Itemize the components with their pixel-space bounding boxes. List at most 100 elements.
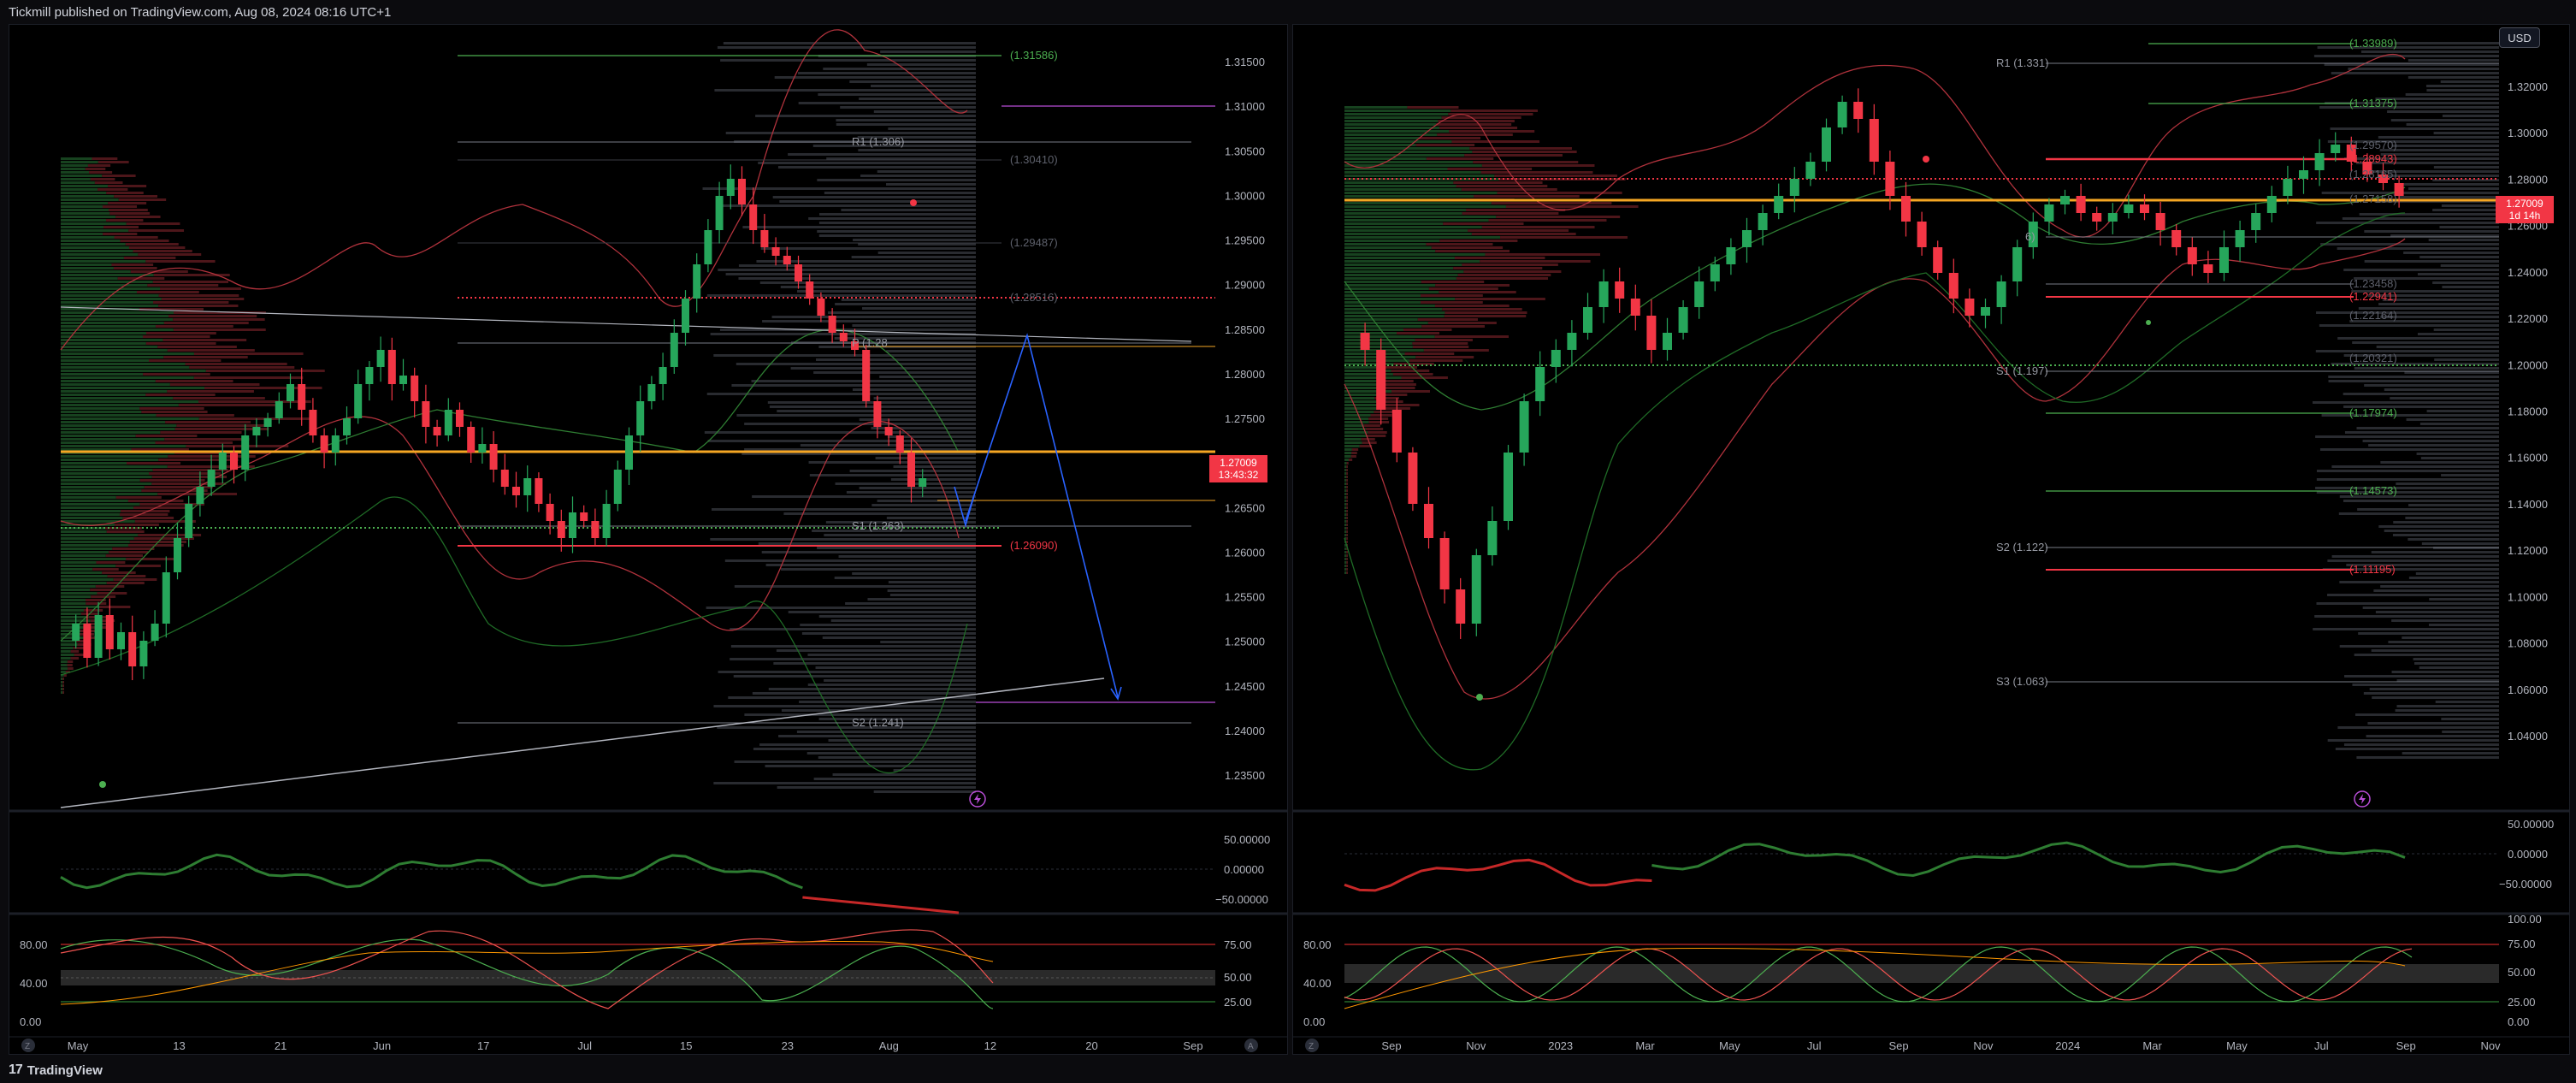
candle [387,350,396,384]
candle [1758,213,1768,230]
time-axis-label: Sep [1889,1039,1909,1052]
time-axis-label: 2024 [2055,1039,2080,1052]
green-marker-dot [1476,694,1483,701]
candle [241,435,250,470]
candle [704,230,712,264]
candle [659,367,667,384]
right-level-labels: (1.33989) R1 (1.331) (1.31375) (1.29570)… [1996,37,2397,688]
price-axis-label: 1.26500 [1225,501,1265,514]
candle [1742,230,1752,247]
right-price-axis[interactable]: 1.320001.300001.280001.260001.240001.220… [2508,80,2548,743]
candle [760,230,769,247]
svg-text:0.00000: 0.00000 [2508,848,2548,861]
candle [1663,333,1672,350]
candle [2203,264,2213,273]
candle [2235,230,2245,247]
svg-text:(1.20321): (1.20321) [2349,352,2397,364]
time-axis-label: Jul [1807,1039,1822,1052]
candle [1615,281,1625,299]
candle [287,384,294,401]
left-chart-canvas[interactable]: (1.31586) R1 (1.306) (1.30410) (1.29487)… [9,25,1287,1054]
candle [2060,196,2070,204]
candle [1471,555,1481,624]
price-axis-label: 1.08000 [2508,637,2548,650]
time-axis-label: Aug [879,1039,899,1052]
candle [354,384,363,418]
candle [1360,333,1370,350]
candle [489,444,498,470]
left-price-axis[interactable]: 1.31500 1.31000 1.30500 1.30000 1.29500 1.290… [1225,56,1265,782]
svg-text:100.00: 100.00 [2508,913,2542,926]
right-time-axis[interactable]: Sep Nov 2023 Mar May Jul Sep Nov 2024 Mar May Jul Se… [1381,1039,2501,1052]
left-time-axis[interactable]: May 13 21 Jun 17 Jul 15 23 Aug 12 20 Sep [68,1039,1203,1052]
candle [1630,299,1640,316]
candle [1789,179,1799,196]
time-axis-label: 23 [782,1039,794,1052]
price-axis-label: 1.30500 [1225,145,1265,157]
candle [2187,247,2197,264]
lightning-icon[interactable] [969,790,986,808]
green-marker-dot [99,781,106,788]
svg-text:75.00: 75.00 [2508,938,2536,950]
candle [907,453,915,487]
candle [1583,307,1592,333]
svg-text:R1 (1.331): R1 (1.331) [1996,56,2048,69]
price-axis-label: 1.25500 [1225,591,1265,604]
candle [263,418,272,427]
candle [884,427,893,435]
lightning-icon[interactable] [2354,790,2371,808]
right-oscillator-1: 50.00000 0.00000 −50.00000 [1344,818,2554,892]
time-axis-label: May [1719,1039,1740,1052]
svg-text:S2 (1.122): S2 (1.122) [1996,541,2048,553]
candle [2124,204,2134,213]
price-axis-label: 1.26000 [1225,546,1265,559]
candle [1885,162,1895,196]
candle [783,256,791,264]
svg-text:Z: Z [1309,1042,1314,1051]
time-axis-badge[interactable]: Z [1305,1039,1319,1052]
candle [218,453,227,470]
candle [2092,213,2102,222]
candle [2107,213,2118,222]
candle [795,264,802,281]
candle [1822,127,1831,162]
price-axis-label: 1.14000 [2508,498,2548,511]
candle [1774,196,1784,213]
candle [1964,299,1975,316]
candle [1391,410,1402,453]
left-right-volume-profile [702,42,976,793]
candle [1408,453,1418,504]
candle [2251,213,2261,230]
right-candles [1360,88,2404,639]
svg-text:(1.27158): (1.27158) [2349,192,2397,205]
svg-text:(1.33989): (1.33989) [2349,37,2397,50]
candle [1504,453,1513,521]
candle [196,487,204,504]
candle [1917,222,1927,247]
candle [738,179,746,204]
time-axis-badge[interactable]: Z [21,1039,35,1052]
candle [343,418,351,435]
candle [1981,307,1990,316]
candle [2331,145,2341,153]
candle [1853,102,1864,119]
footer-bar: 17 TradingView [0,1057,2576,1083]
candle [1948,273,1959,299]
candle [1376,350,1386,410]
candle [1424,504,1433,538]
price-axis-label: 1.31000 [1225,100,1265,113]
left-chart-panel[interactable]: (1.31586) R1 (1.306) (1.30410) (1.29487)… [9,24,1288,1055]
candle [1519,401,1529,453]
price-axis-label: 1.25000 [1225,636,1265,648]
auto-scale-badge[interactable]: A [1244,1039,1258,1052]
right-chart-panel[interactable]: (1.33989) R1 (1.331) (1.31375) (1.29570)… [1292,24,2570,1055]
time-axis-label: 13 [173,1039,185,1052]
candle [523,478,532,495]
time-axis-label: Sep [1381,1039,1401,1052]
currency-button[interactable]: USD [2499,27,2540,48]
right-chart-canvas[interactable]: (1.33989) R1 (1.331) (1.31375) (1.29570)… [1293,25,2569,1054]
svg-text:25.00: 25.00 [2508,996,2536,1009]
left-last-price-tag: 1.27009 13:43:32 [1209,455,1267,482]
tradingview-brand: TradingView [27,1062,103,1078]
tradingview-logo[interactable]: 17 TradingView [9,1062,103,1078]
